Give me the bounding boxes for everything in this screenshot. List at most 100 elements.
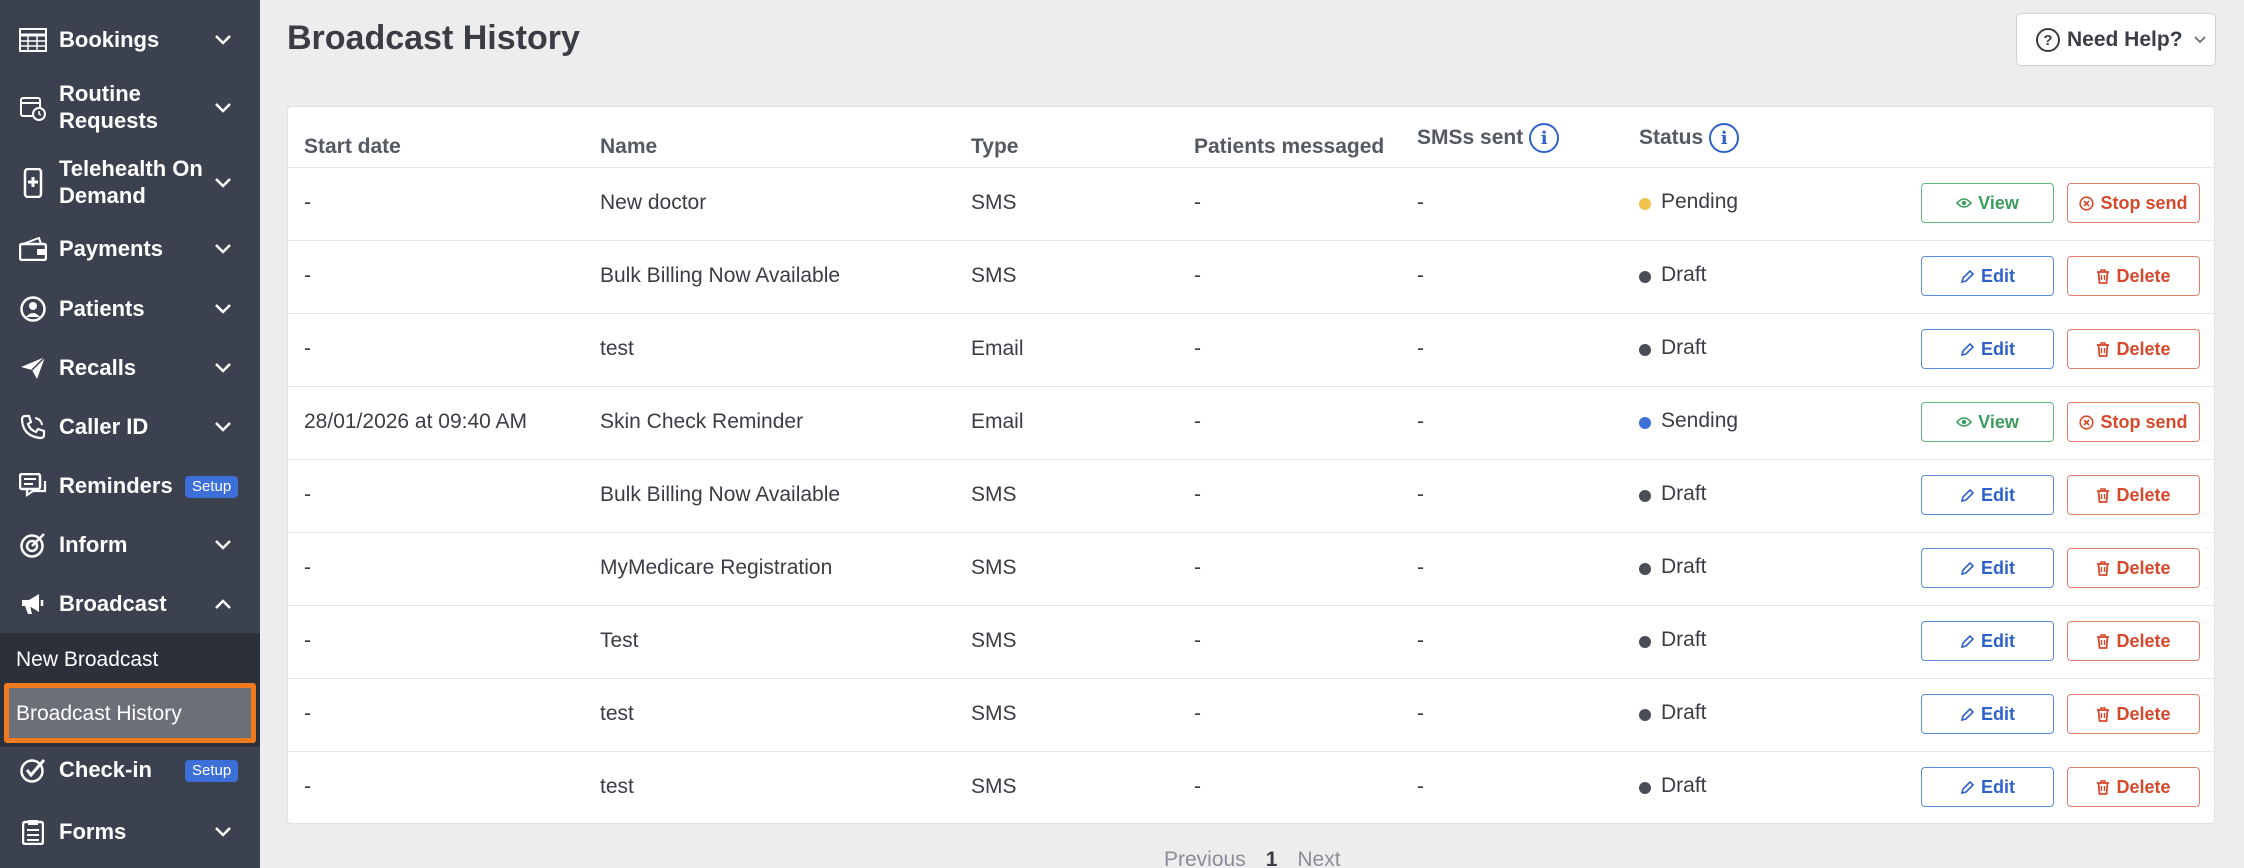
status-dot-icon	[1639, 709, 1651, 721]
edit-button[interactable]: Edit	[1921, 256, 2054, 296]
stop-send-button[interactable]: Stop send	[2067, 402, 2200, 442]
sidebar-item-patients[interactable]: Patients	[0, 289, 260, 329]
sidebar-item-routine-requests[interactable]: Routine Requests	[0, 80, 260, 136]
column-header-status: Status i	[1639, 123, 1740, 153]
cell-patients-messaged: -	[1194, 264, 1201, 287]
status-badge: Draft	[1639, 701, 1707, 725]
cell-smss-sent: -	[1417, 629, 1424, 652]
clipboard-icon	[18, 817, 48, 847]
cell-smss-sent: -	[1417, 410, 1424, 433]
table-row: - MyMedicare Registration SMS - - Draft Edit De…	[288, 532, 2214, 605]
status-label: Draft	[1661, 701, 1707, 724]
sidebar-item-telehealth[interactable]: Telehealth On Demand	[0, 155, 260, 211]
button-label: Delete	[2116, 776, 2171, 797]
cell-name: Bulk Billing Now Available	[600, 483, 841, 506]
status-label: Draft	[1661, 263, 1707, 286]
sidebar-item-label: Recalls	[59, 355, 137, 380]
cell-type: SMS	[971, 264, 1017, 287]
sidebar-item-recalls[interactable]: Recalls	[0, 348, 260, 388]
edit-button[interactable]: Edit	[1921, 548, 2054, 588]
delete-button[interactable]: Delete	[2067, 548, 2200, 588]
stop-send-button[interactable]: Stop send	[2067, 183, 2200, 223]
button-label: Stop send	[2100, 192, 2188, 213]
delete-button[interactable]: Delete	[2067, 329, 2200, 369]
column-header-start-date: Start date	[304, 135, 401, 158]
submenu-broadcast-history[interactable]: Broadcast History	[4, 683, 256, 743]
user-circle-icon	[18, 294, 48, 324]
broadcast-history-table: Start date Name Type Patients messaged S…	[287, 106, 2215, 824]
cell-smss-sent: -	[1417, 556, 1424, 579]
cell-patients-messaged: -	[1194, 483, 1201, 506]
status-label: Pending	[1661, 190, 1739, 213]
sidebar-item-label: Payments	[59, 236, 163, 261]
chevron-down-icon	[212, 416, 234, 438]
view-button[interactable]: View	[1921, 402, 2054, 442]
sidebar-item-payments[interactable]: Payments	[0, 229, 260, 269]
sidebar-item-label: Telehealth On Demand	[59, 156, 203, 208]
cell-patients-messaged: -	[1194, 629, 1201, 652]
sidebar-item-inform[interactable]: Inform	[0, 525, 260, 565]
button-label: Delete	[2116, 557, 2171, 578]
status-dot-icon	[1639, 490, 1651, 502]
sidebar-item-label: Forms	[59, 819, 127, 844]
cell-name: test	[600, 702, 634, 725]
cell-start-date: -	[304, 264, 311, 287]
trash-icon	[2096, 341, 2110, 357]
edit-button[interactable]: Edit	[1921, 767, 2054, 807]
view-button[interactable]: View	[1921, 183, 2054, 223]
delete-button[interactable]: Delete	[2067, 621, 2200, 661]
chevron-down-icon	[2193, 32, 2207, 50]
button-label: Edit	[1981, 338, 2015, 359]
sidebar-item-broadcast[interactable]: Broadcast	[0, 584, 260, 624]
cell-type: Email	[971, 337, 1024, 360]
cell-start-date: -	[304, 483, 311, 506]
trash-icon	[2096, 268, 2110, 284]
previous-page-button[interactable]: Previous	[1164, 848, 1246, 868]
question-circle-icon: ?	[2036, 28, 2060, 52]
pencil-icon	[1960, 488, 1975, 503]
delete-button[interactable]: Delete	[2067, 694, 2200, 734]
button-label: Edit	[1981, 265, 2015, 286]
next-page-button[interactable]: Next	[1297, 848, 1340, 868]
cell-start-date: 28/01/2026 at 09:40 AM	[304, 410, 528, 433]
edit-button[interactable]: Edit	[1921, 475, 2054, 515]
sidebar-item-reminders[interactable]: Reminders Setup	[0, 466, 260, 506]
chevron-down-icon	[212, 357, 234, 379]
cell-patients-messaged: -	[1194, 702, 1201, 725]
trash-icon	[2096, 487, 2110, 503]
status-dot-icon	[1639, 782, 1651, 794]
submenu-new-broadcast[interactable]: New Broadcast	[16, 648, 158, 672]
delete-button[interactable]: Delete	[2067, 256, 2200, 296]
sidebar-item-caller-id[interactable]: Caller ID	[0, 407, 260, 447]
cell-type: SMS	[971, 191, 1017, 214]
cell-smss-sent: -	[1417, 483, 1424, 506]
edit-button[interactable]: Edit	[1921, 329, 2054, 369]
cell-type: Email	[971, 410, 1024, 433]
info-icon[interactable]: i	[1529, 123, 1560, 153]
check-circle-icon	[18, 755, 48, 785]
delete-button[interactable]: Delete	[2067, 475, 2200, 515]
table-row: - test SMS - - Draft Edit Delete	[288, 678, 2214, 751]
sidebar-item-forms[interactable]: Forms	[0, 812, 260, 852]
status-badge: Draft	[1639, 336, 1707, 360]
table-row: - New doctor SMS - - Pending View Stop send	[288, 167, 2214, 240]
status-dot-icon	[1639, 198, 1651, 210]
button-label: Delete	[2116, 484, 2171, 505]
delete-button[interactable]: Delete	[2067, 767, 2200, 807]
need-help-button[interactable]: ? Need Help?	[2016, 13, 2216, 66]
sidebar-item-label: Reminders	[59, 473, 173, 498]
column-header-label: Status	[1639, 126, 1704, 149]
column-header-name: Name	[600, 135, 658, 158]
sidebar-item-check-in[interactable]: Check-in Setup	[0, 750, 260, 790]
cell-smss-sent: -	[1417, 191, 1424, 214]
sidebar-item-bookings[interactable]: Bookings	[0, 20, 260, 60]
cell-start-date: -	[304, 337, 311, 360]
cell-type: SMS	[971, 629, 1017, 652]
current-page[interactable]: 1	[1266, 848, 1278, 868]
need-help-label: Need Help?	[2067, 28, 2183, 51]
info-icon[interactable]: i	[1709, 123, 1740, 153]
edit-button[interactable]: Edit	[1921, 621, 2054, 661]
status-badge: Pending	[1639, 190, 1738, 214]
edit-button[interactable]: Edit	[1921, 694, 2054, 734]
pencil-icon	[1960, 269, 1975, 284]
